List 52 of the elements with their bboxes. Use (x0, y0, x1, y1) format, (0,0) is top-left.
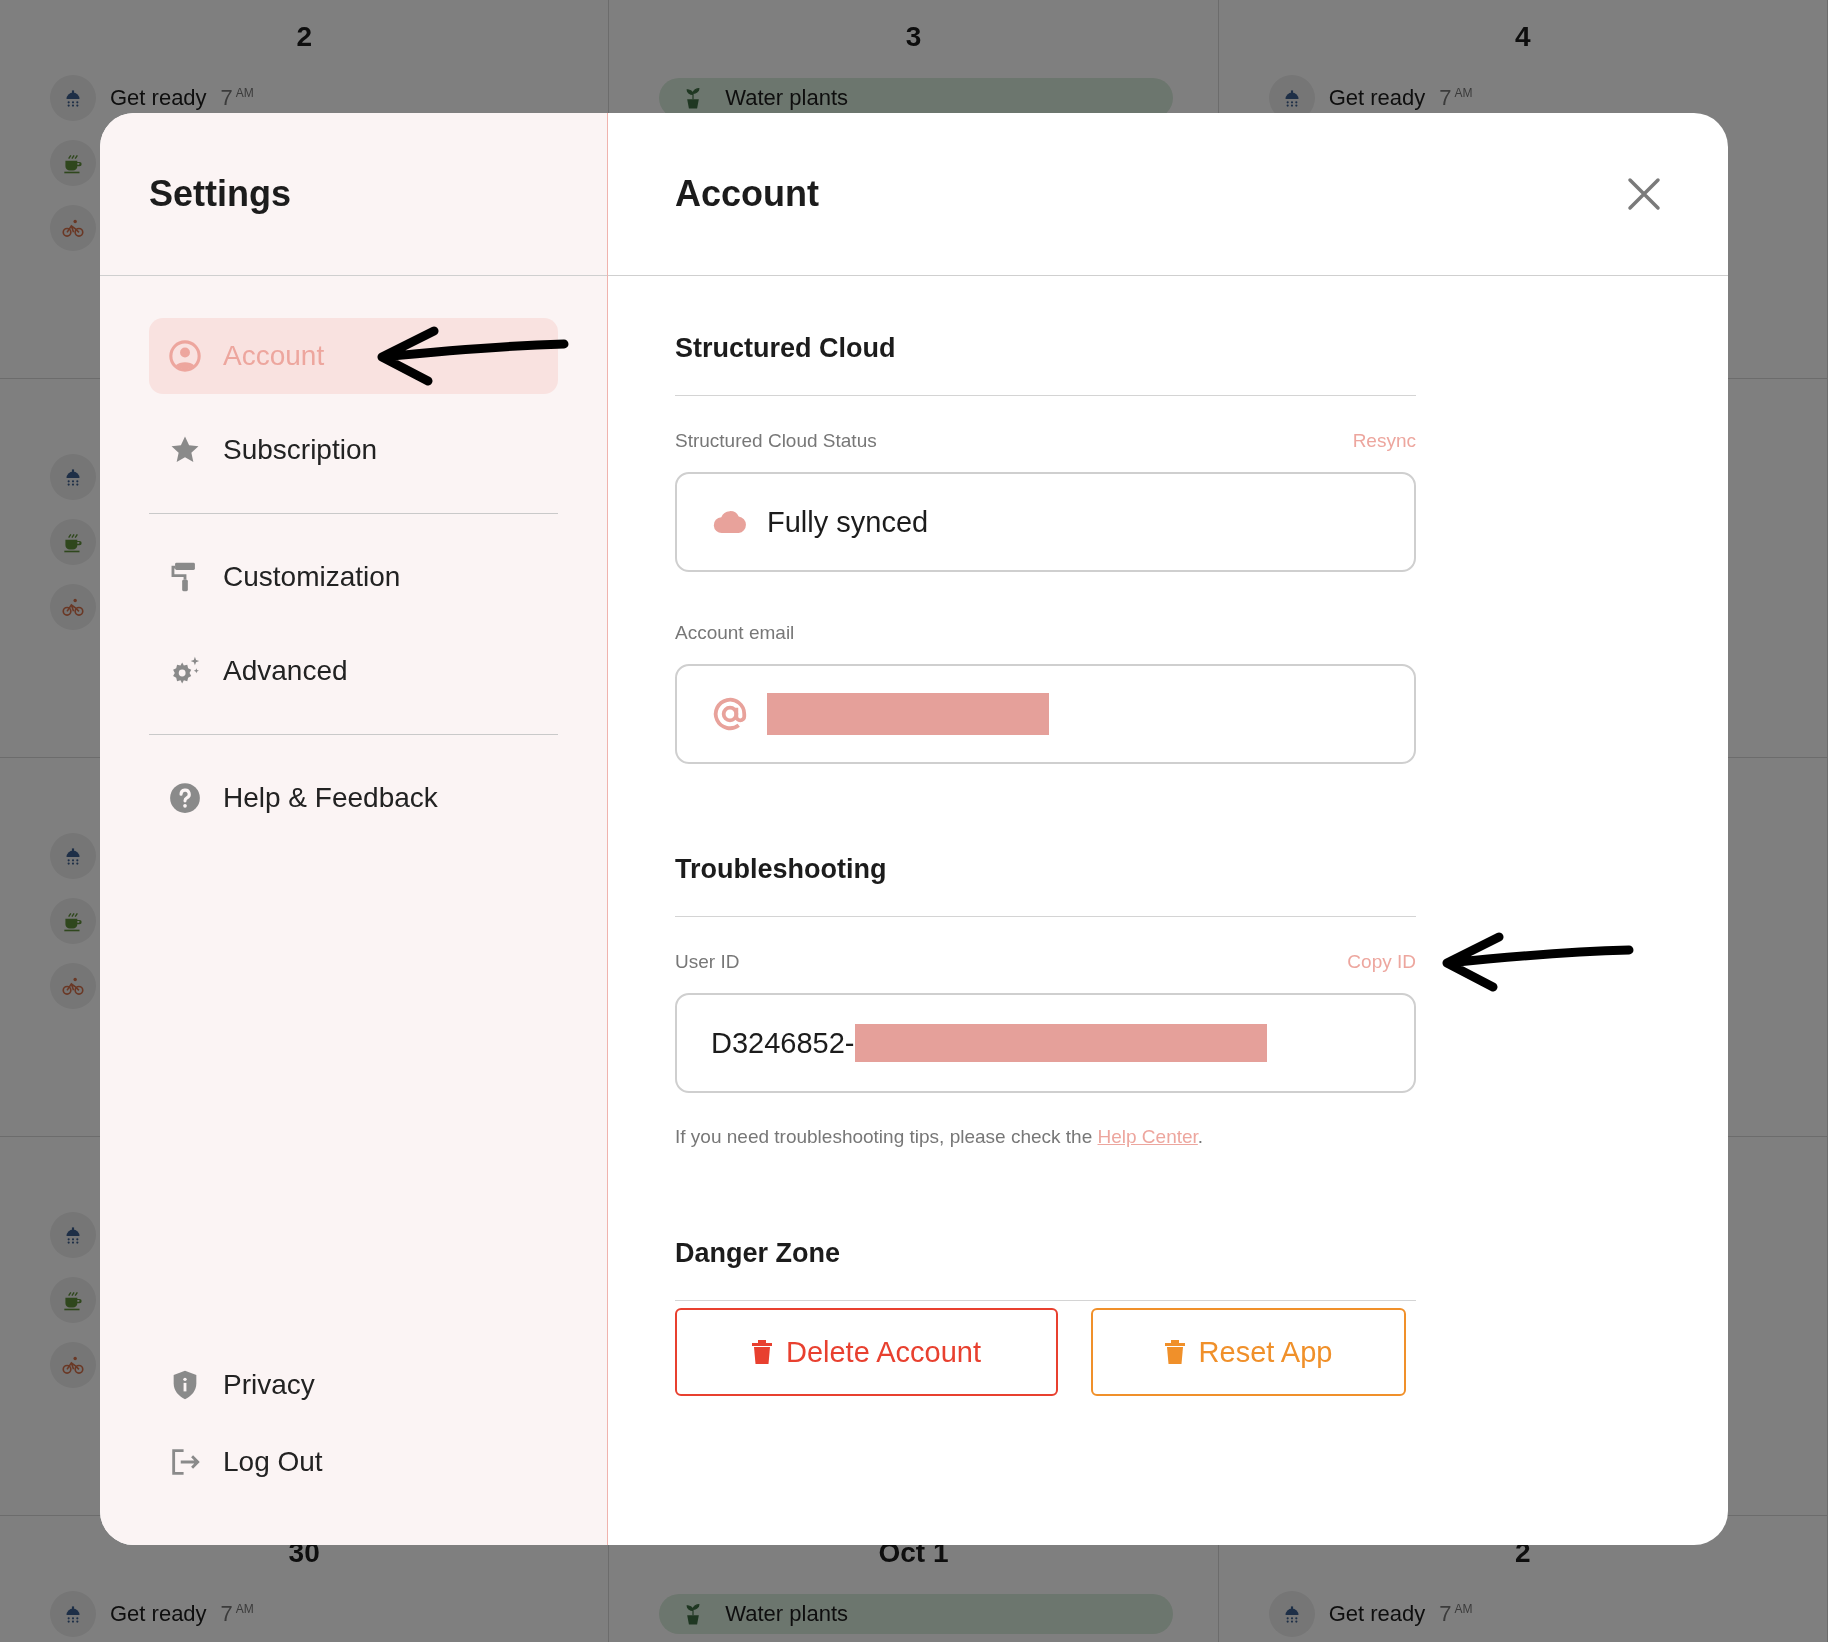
shower-icon (50, 1212, 96, 1258)
section-heading: Structured Cloud (675, 331, 1416, 396)
read-only-field[interactable] (675, 664, 1416, 764)
field-value: Fully synced (767, 505, 929, 539)
nav-item[interactable]: Privacy (149, 1354, 558, 1416)
day-number: 3 (905, 20, 922, 54)
help-icon (168, 781, 202, 815)
nav-item[interactable]: Subscription (149, 412, 558, 488)
event-title: Get ready (110, 1601, 207, 1627)
bike-icon (50, 1342, 96, 1388)
nav-item[interactable]: Help & Feedback (149, 760, 558, 836)
shower-icon (1268, 1591, 1315, 1637)
user-icon (168, 339, 202, 373)
event-time: 7$^{AM}$ (1439, 85, 1473, 111)
shower-icon (50, 833, 96, 879)
event-title: Get ready (110, 85, 207, 111)
nav-item[interactable]: Customization (149, 539, 558, 615)
event-title: Get ready (1328, 1601, 1426, 1627)
bike-icon (50, 584, 96, 630)
trash-icon (751, 1340, 772, 1364)
field-value: D3246852- (711, 1026, 855, 1060)
coffee-icon (50, 140, 96, 186)
danger-button[interactable]: Delete Account (675, 1308, 1058, 1396)
coffee-icon (50, 519, 96, 565)
field-label: User ID (675, 951, 740, 973)
event-time: 7$^{AM}$ (220, 1601, 254, 1627)
event-time: 7$^{AM}$ (1439, 1601, 1473, 1627)
read-only-field[interactable]: D3246852- (675, 993, 1416, 1093)
section-heading: Troubleshooting (675, 852, 1416, 917)
shower-icon (50, 75, 96, 121)
shower-icon (50, 454, 96, 500)
field-label: Structured Cloud Status (675, 430, 877, 452)
help-text: If you need troubleshooting tips, please check the Help Center. (675, 1126, 1205, 1148)
section-heading: Danger Zone (675, 1236, 1416, 1301)
event-time: 7$^{AM}$ (220, 85, 254, 111)
coffee-icon (50, 1277, 96, 1323)
nav-item[interactable]: Log Out (149, 1431, 558, 1493)
shower-icon (50, 1591, 96, 1637)
sidebar-title: Settings (149, 173, 291, 215)
bike-icon (50, 205, 96, 251)
event-title: Get ready (1328, 85, 1426, 111)
event-pill[interactable]: Water plants (659, 1594, 1174, 1634)
day-number: 2 (296, 20, 312, 54)
at-icon (711, 695, 749, 733)
trash-icon (1164, 1340, 1185, 1364)
coffee-icon (50, 898, 96, 944)
day-number: 4 (1515, 20, 1531, 54)
nav-item[interactable]: Advanced (149, 633, 558, 709)
bike-icon (50, 963, 96, 1009)
field-label: Account email (675, 622, 795, 644)
panel-title: Account (675, 173, 819, 215)
read-only-field[interactable]: Fully synced (675, 472, 1416, 572)
